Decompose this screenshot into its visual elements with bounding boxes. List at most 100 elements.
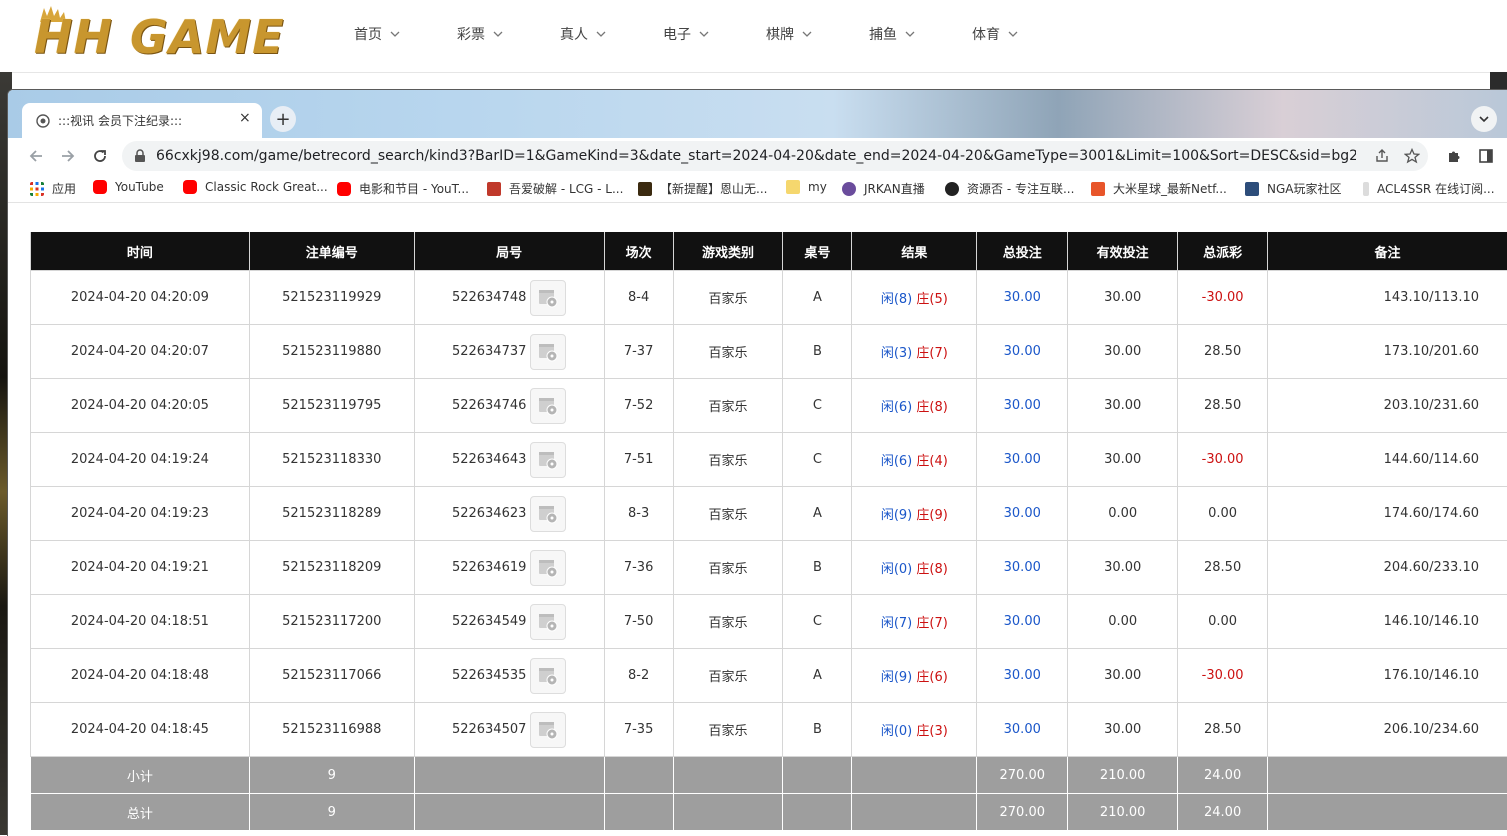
replay-button[interactable] [530,604,566,640]
session: 8-3 [604,487,673,541]
star-icon[interactable] [1404,148,1420,164]
subtotal-label: 小计 [31,757,250,794]
back-button[interactable] [26,146,46,166]
bookmark-nga[interactable]: NGA玩家社区 [1245,180,1342,197]
table-id: A [783,271,852,325]
payout: 28.50 [1178,703,1268,757]
bookmark-52pojie[interactable]: 吾爱破解 - LCG - L... [487,180,623,197]
valid-bet: 30.00 [1068,649,1178,703]
subtotal-total-bet: 270.00 [977,757,1068,794]
valid-bet: 30.00 [1068,325,1178,379]
site-icon [1245,182,1259,196]
total-bet[interactable]: 30.00 [977,703,1068,757]
bookmark-label: Classic Rock Great... [205,180,328,194]
bookmark-ziyuanfou[interactable]: 资源否 - 专注互联... [945,180,1074,197]
active-tab[interactable]: :::视讯 会员下注纪录::: × [22,103,262,138]
tab-search-button[interactable] [1471,106,1497,132]
total-bet[interactable]: 30.00 [977,541,1068,595]
table-row: 2024-04-20 04:20:09521523119929522634748… [31,271,1507,325]
grandtotal-count: 9 [249,794,414,831]
bookmark-jrkan[interactable]: JRKAN直播 [842,180,925,197]
total-bet[interactable]: 30.00 [977,487,1068,541]
table-id: B [783,703,852,757]
grandtotal-label: 总计 [31,794,250,831]
nav-item-sports[interactable]: 体育 [958,24,1061,44]
side-panel-button[interactable] [1476,146,1496,166]
bet-number: 521523117066 [249,649,414,703]
total-bet[interactable]: 30.00 [977,649,1068,703]
banker-result: 庄(5) [916,292,947,307]
nav-item-live[interactable]: 真人 [546,24,649,44]
replay-button[interactable] [530,388,566,424]
tab-close-button[interactable]: × [239,110,251,126]
total-bet[interactable]: 30.00 [977,433,1068,487]
site-logo-text: HH GAME [34,10,285,64]
reload-button[interactable] [90,146,110,166]
empty-cell [783,794,852,831]
empty-cell [673,794,783,831]
session: 7-36 [604,541,673,595]
bet-time: 2024-04-20 04:20:05 [31,379,250,433]
empty-cell [673,757,783,794]
bookmark-label: YouTube [115,180,164,194]
game-type: 百家乐 [673,703,783,757]
nav-item-cards[interactable]: 棋牌 [752,24,855,44]
site-logo[interactable]: HH GAME [34,4,296,68]
bookmark-right[interactable]: 【新提醒】恩山无... [638,180,767,197]
result: 闲(7) 庄(7) [852,595,977,649]
table-id: C [783,379,852,433]
bookmark-label: 大米星球_最新Netf... [1113,180,1227,197]
grandtotal-row: 总计 9 270.00 210.00 24.00 [31,794,1507,831]
bookmark-apps[interactable]: 应用 [30,180,76,197]
total-bet[interactable]: 30.00 [977,325,1068,379]
share-icon[interactable] [1374,148,1390,164]
nav-item-slots[interactable]: 电子 [649,24,752,44]
remark: 206.10/234.60 [1268,703,1507,757]
table-row: 2024-04-20 04:19:23521523118289522634623… [31,487,1507,541]
round-cell: 522634623 [414,487,604,541]
bookmark-classic-rock[interactable]: Classic Rock Great... [183,180,328,194]
bookmark-youtube[interactable]: YouTube [93,180,164,194]
round-cell: 522634643 [414,433,604,487]
total-bet[interactable]: 30.00 [977,379,1068,433]
nav-item-home[interactable]: 首页 [340,24,443,44]
col-header: 游戏类别 [673,232,783,271]
total-bet[interactable]: 30.00 [977,595,1068,649]
bookmark-dami[interactable]: 大米星球_最新Netf... [1091,180,1227,197]
remark: 203.10/231.60 [1268,379,1507,433]
replay-button[interactable] [530,334,566,370]
session: 8-2 [604,649,673,703]
replay-button[interactable] [530,550,566,586]
address-bar[interactable]: 66cxkj98.com/game/betrecord_search/kind3… [122,141,1428,171]
replay-button[interactable] [530,712,566,748]
replay-button[interactable] [530,280,566,316]
bet-number: 521523117200 [249,595,414,649]
result: 闲(9) 庄(6) [852,649,977,703]
replay-button[interactable] [530,658,566,694]
table-id: C [783,433,852,487]
extensions-button[interactable] [1444,146,1464,166]
apps-grid-icon [30,182,44,196]
round-number: 522634535 [452,668,526,683]
bet-number: 521523119795 [249,379,414,433]
chevron-down-icon [390,29,400,39]
forward-button[interactable] [58,146,78,166]
round-number: 522634737 [452,344,526,359]
nav-item-lottery[interactable]: 彩票 [443,24,546,44]
youtube-icon [183,180,197,194]
replay-button[interactable] [530,442,566,478]
new-tab-button[interactable]: + [270,106,296,132]
total-bet[interactable]: 30.00 [977,271,1068,325]
bet-number: 521523119929 [249,271,414,325]
result: 闲(9) 庄(9) [852,487,977,541]
session: 7-51 [604,433,673,487]
round-cell: 522634737 [414,325,604,379]
empty-cell [604,757,673,794]
bookmark-acl4ssr[interactable]: ACL4SSR 在线订阅... [1363,180,1495,197]
bookmark-folder-my[interactable]: my [786,180,827,194]
result: 闲(8) 庄(5) [852,271,977,325]
replay-button[interactable] [530,496,566,532]
nav-item-fishing[interactable]: 捕鱼 [855,24,958,44]
reload-icon [91,147,109,165]
bookmark-youtube-movies[interactable]: 电影和节目 - YouT... [337,180,469,197]
